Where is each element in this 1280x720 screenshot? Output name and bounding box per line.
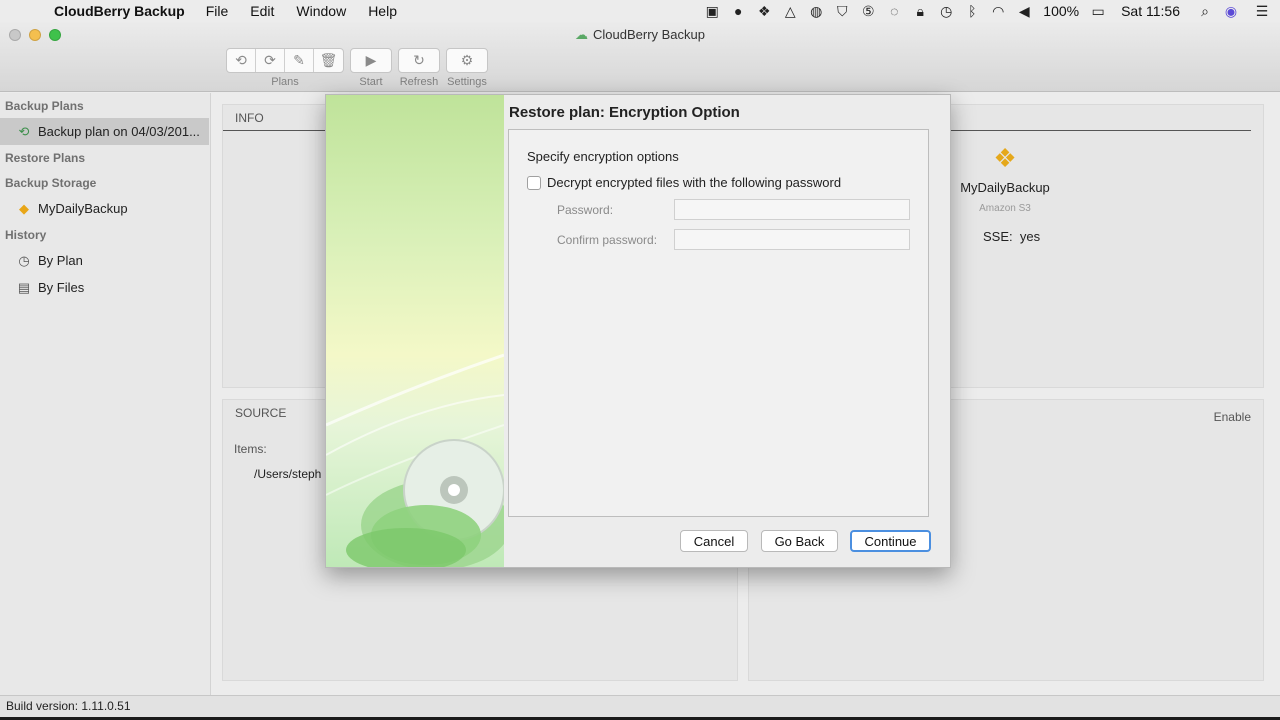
sidebar-item-label: MyDailyBackup [38, 201, 128, 216]
sidebar-item-label: By Plan [38, 253, 83, 268]
edit-plan-icon[interactable]: ✎ [285, 49, 314, 72]
go-back-button[interactable]: Go Back [761, 530, 838, 552]
cd-cloud-illustration [326, 353, 504, 567]
new-restore-plan-icon[interactable]: ⟳ [256, 49, 285, 72]
password-field[interactable] [674, 199, 910, 220]
plans-group: ⟲ ⟳ ✎ 🗑︎ Plans [226, 48, 344, 88]
sidebar-item-label: By Files [38, 280, 85, 295]
drive-icon[interactable]: △ [777, 3, 803, 20]
shield-icon[interactable]: ⛉ [829, 3, 855, 20]
camera-icon[interactable]: ▣ [699, 3, 725, 20]
cancel-button[interactable]: Cancel [680, 530, 748, 552]
plans-buttons: ⟲ ⟳ ✎ 🗑︎ [226, 48, 344, 73]
decrypt-checkbox[interactable] [527, 175, 541, 190]
password-row: Password: [557, 199, 910, 220]
menu-help[interactable]: Help [357, 3, 408, 19]
battery-percent[interactable]: 100% [1037, 3, 1085, 19]
restore-plan-dialog: Restore plan: Encryption Option Specify … [325, 94, 951, 568]
time-machine-icon[interactable]: ◷ [933, 3, 959, 20]
volume-icon[interactable]: ◀︎ [1011, 3, 1037, 20]
new-backup-plan-icon[interactable]: ⟲ [227, 49, 256, 72]
section-label: Specify encryption options [527, 149, 679, 164]
notification-center-icon[interactable]: ☰ [1244, 3, 1280, 20]
cloud-icon: ☁ [575, 27, 588, 42]
storage-type: Amazon S3 [979, 203, 1031, 214]
sse-label: SSE: [983, 229, 1013, 244]
decrypt-checkbox-label[interactable]: Decrypt encrypted files with the followi… [547, 175, 841, 190]
start-button-frame: ▶ [350, 48, 392, 73]
dialog-title: Restore plan: Encryption Option [509, 104, 740, 121]
backup-plan-icon: ⟲ [18, 123, 30, 139]
status-bar: Build version: 1.11.0.51 [0, 695, 1280, 717]
refresh-label: Refresh [399, 76, 439, 88]
storage-name: MyDailyBackup [960, 180, 1050, 195]
window-title-text: CloudBerry Backup [593, 27, 705, 42]
item-path: /Users/steph [254, 467, 322, 481]
history-clock-icon: ◷ [18, 252, 30, 268]
dialog-content: Specify encryption options Decrypt encry… [508, 129, 929, 517]
continue-button[interactable]: Continue [850, 530, 931, 552]
storage-summary[interactable]: ❖ MyDailyBackup Amazon S3 [960, 143, 1050, 214]
decrypt-option[interactable]: Decrypt encrypted files with the followi… [527, 175, 841, 190]
confirm-password-row: Confirm password: [557, 229, 910, 250]
sidebar-item-by-files[interactable]: ▤ By Files [0, 274, 210, 301]
sidebar-item-backup-plan[interactable]: ⟲ Backup plan on 04/03/201... [0, 118, 209, 145]
enable-label[interactable]: Enable [1214, 410, 1251, 424]
siri-icon[interactable]: ◉ [1218, 3, 1244, 20]
wifi-icon[interactable]: ◠ [985, 3, 1011, 20]
confirm-password-field[interactable] [674, 229, 910, 250]
file-list-icon: ▤ [17, 279, 31, 295]
build-version: Build version: 1.11.0.51 [6, 699, 131, 713]
settings-label: Settings [447, 76, 487, 88]
bubble-icon[interactable]: ● [725, 3, 751, 19]
settings-group: ⚙ Settings [446, 48, 488, 88]
settings-button-frame: ⚙ [446, 48, 488, 73]
wizard-banner-image [326, 95, 504, 567]
sidebar-heading-restore-plans: Restore Plans [5, 151, 86, 165]
sync-icon[interactable]: ◌ [881, 3, 907, 19]
menu-edit[interactable]: Edit [239, 3, 285, 19]
sidebar-item-by-plan[interactable]: ◷ By Plan [0, 247, 210, 274]
sse-value: yes [1019, 229, 1041, 244]
refresh-icon[interactable]: ↻ [399, 49, 439, 72]
window-title: ☁ CloudBerry Backup [0, 27, 1280, 43]
sidebar-heading-backup-storage: Backup Storage [5, 176, 97, 190]
menu-window[interactable]: Window [285, 3, 357, 19]
sidebar-item-mydailybackup[interactable]: ◆ MyDailyBackup [0, 195, 210, 222]
start-icon[interactable]: ▶ [351, 49, 391, 72]
lock-icon[interactable]: 🔒︎ [907, 3, 933, 20]
gear-icon[interactable]: ⚙ [447, 49, 487, 72]
sidebar-item-label: Backup plan on 04/03/201... [38, 124, 200, 139]
refresh-group: ↻ Refresh [398, 48, 440, 88]
sidebar-heading-backup-plans: Backup Plans [5, 99, 84, 113]
sidebar-heading-history: History [5, 228, 47, 242]
cloudberry-icon[interactable]: ◍ [803, 3, 829, 20]
amazon-s3-icon: ◆ [19, 200, 29, 216]
plans-label: Plans [271, 76, 299, 88]
menu-bar: CloudBerry Backup File Edit Window Help … [0, 0, 1280, 22]
dropbox-icon[interactable]: ❖ [751, 3, 777, 20]
start-group: ▶ Start [350, 48, 392, 88]
menu-file[interactable]: File [195, 3, 240, 19]
password-label: Password: [557, 202, 614, 217]
delete-plan-icon[interactable]: 🗑︎ [314, 49, 343, 72]
toolbar: ⟲ ⟳ ✎ 🗑︎ Plans ▶ Start ↻ Refresh ⚙ Setti… [226, 48, 494, 88]
sidebar: Backup Plans ⟲ Backup plan on 04/03/201.… [0, 93, 211, 696]
five-icon[interactable]: ⑤ [855, 3, 881, 20]
items-label: Items: [234, 442, 267, 456]
refresh-button-frame: ↻ [398, 48, 440, 73]
menu-app-name[interactable]: CloudBerry Backup [44, 3, 195, 19]
amazon-s3-icon: ❖ [993, 143, 1017, 173]
confirm-password-label: Confirm password: [557, 232, 658, 247]
start-label: Start [359, 76, 383, 88]
spotlight-icon[interactable]: ⌕ [1192, 3, 1218, 20]
clock[interactable]: Sat 11:56 [1111, 3, 1192, 19]
bluetooth-icon[interactable]: ᛒ [959, 3, 985, 19]
battery-icon[interactable]: ▭ [1085, 3, 1111, 20]
sse-status: SSE: yes [983, 229, 1040, 244]
title-bar: ☁ CloudBerry Backup ⟲ ⟳ ✎ 🗑︎ Plans ▶ Star… [0, 22, 1280, 92]
status-area: ▣ ● ❖ △ ◍ ⛉ ⑤ ◌ 🔒︎ ◷ ᛒ ◠ ◀︎ 100% ▭ Sat 1… [699, 0, 1280, 22]
